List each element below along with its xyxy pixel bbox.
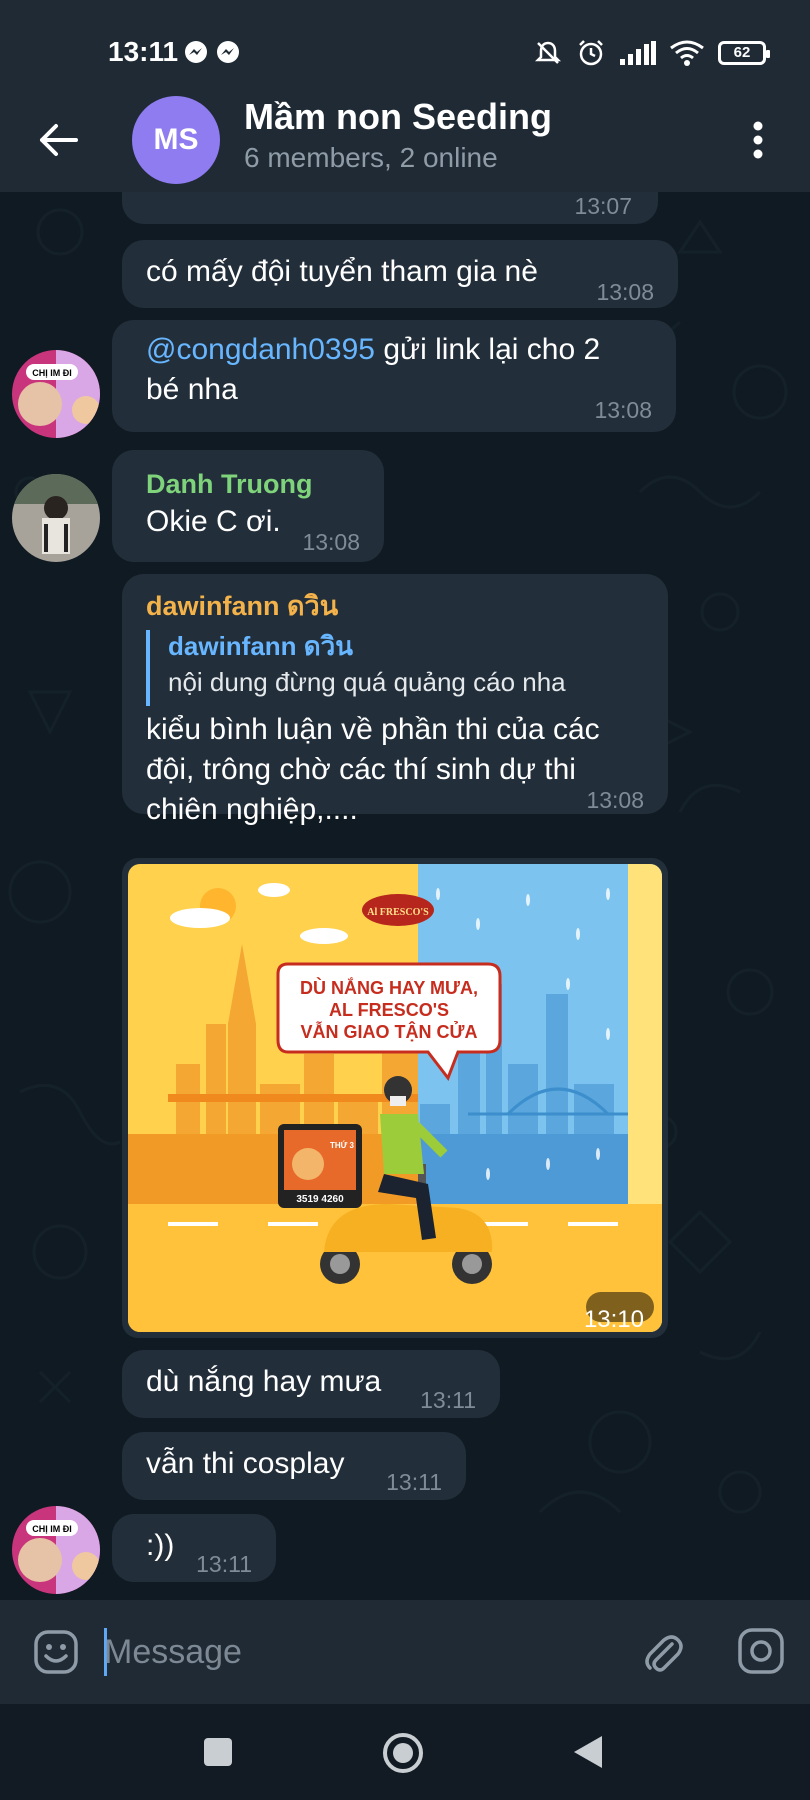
message-input[interactable]	[104, 1624, 604, 1680]
more-vert-icon[interactable]	[746, 116, 770, 164]
reply-quote[interactable]: dawinfann ดวิน nội dung đừng quá quảng c…	[146, 630, 646, 706]
message-text: Okie C ơi.	[146, 505, 281, 538]
message-text-line: bé nha	[146, 373, 238, 406]
avatar[interactable]: CHỊ IM ĐI	[12, 350, 100, 438]
promo-headline-2: AL FRESCO'S	[329, 1000, 449, 1020]
group-avatar[interactable]: MS	[132, 96, 220, 184]
avatar-sticker-text: CHỊ IM ĐI	[32, 368, 72, 378]
messenger-icon	[217, 41, 239, 63]
message-time: 13:11	[420, 1387, 476, 1413]
avatar[interactable]	[12, 474, 100, 562]
promo-headline-1: DÙ NẮNG HAY MƯA,	[300, 977, 478, 998]
camera-icon[interactable]	[736, 1626, 786, 1676]
avatar-sticker-text: CHỊ IM ĐI	[32, 1524, 72, 1534]
message-text-line: chiên nghiệp,....	[146, 793, 358, 826]
box-phone: 3519 4260	[296, 1194, 344, 1205]
message-text: @congdanh0395 gửi link lại cho 2	[146, 330, 600, 370]
message-bubble[interactable]: vẫn thi cosplay 13:11	[122, 1432, 466, 1500]
message-time: 13:08	[596, 279, 654, 305]
avatar[interactable]: CHỊ IM ĐI	[12, 1506, 100, 1594]
wifi-icon	[670, 40, 704, 66]
message-bubble[interactable]: có mấy đội tuyển tham gia nè 13:08	[122, 240, 678, 308]
brand-logo: Al FRESCO'S	[367, 907, 429, 918]
avatar-image	[12, 474, 100, 562]
attach-icon[interactable]	[638, 1628, 686, 1676]
signal-icon	[620, 41, 656, 65]
chat-title[interactable]: Mầm non Seeding	[244, 96, 552, 138]
battery-icon: 62	[718, 41, 770, 65]
promo-headline-3: VẪN GIAO TẬN CỬA	[301, 1021, 478, 1042]
message-bubble[interactable]: 13:07	[122, 192, 658, 224]
message-text: :))	[146, 1529, 175, 1562]
message-time: 13:10	[583, 1306, 644, 1333]
message-text: dù nắng hay mưa	[146, 1365, 382, 1398]
avatar-image: CHỊ IM ĐI	[12, 350, 100, 438]
promo-image[interactable]: Al FRESCO'S DÙ NẮNG HAY MƯA, AL FRESCO'S…	[128, 864, 662, 1332]
message-time: 13:08	[586, 787, 644, 813]
avatar-image: CHỊ IM ĐI	[12, 1506, 100, 1594]
status-bar: 13:11 62	[0, 0, 810, 96]
message-time: 13:11	[196, 1551, 252, 1577]
chat-subtitle: 6 members, 2 online	[244, 142, 498, 173]
message-bubble[interactable]: dawinfann ดวิน dawinfann ดวิน nội dung đ…	[122, 574, 668, 826]
sender-name[interactable]: dawinfann ดวิน	[146, 586, 338, 626]
emoji-icon[interactable]	[32, 1628, 80, 1676]
mute-bell-icon	[534, 41, 562, 64]
message-list[interactable]: 13:07 có mấy đội tuyển tham gia nè 13:08…	[0, 192, 810, 1600]
notification-icons	[184, 40, 240, 64]
message-composer	[0, 1600, 810, 1704]
message-time: 13:08	[594, 397, 652, 423]
messenger-icon	[185, 41, 207, 63]
message-text-line: gửi link lại cho 2	[374, 333, 601, 366]
chat-header: MS Mầm non Seeding 6 members, 2 online	[0, 96, 810, 192]
alarm-icon	[579, 40, 603, 66]
sender-name[interactable]: Danh Truong	[146, 464, 312, 504]
back-arrow-icon[interactable]	[36, 118, 80, 162]
message-text-line: kiểu bình luận về phần thi của các	[146, 713, 600, 746]
message-bubble[interactable]: dù nắng hay mưa 13:11	[122, 1350, 500, 1418]
system-navigation-bar	[0, 1704, 810, 1800]
message-bubble[interactable]: :)) 13:11	[112, 1514, 276, 1582]
nav-recents-icon[interactable]	[202, 1736, 234, 1768]
message-bubble[interactable]: Danh Truong Okie C ơi. 13:08	[112, 450, 384, 562]
message-text: vẫn thi cosplay	[146, 1447, 345, 1480]
message-time: 13:11	[386, 1469, 442, 1495]
message-time: 13:08	[302, 529, 360, 555]
nav-home-icon[interactable]	[382, 1732, 424, 1774]
reply-sender: dawinfann ดวิน	[168, 631, 354, 661]
status-time: 13:11	[108, 36, 179, 67]
message-text-line: đội, trông chờ các thí sinh dự thi	[146, 753, 576, 786]
image-message[interactable]: Al FRESCO'S DÙ NẮNG HAY MƯA, AL FRESCO'S…	[122, 858, 668, 1338]
box-label: THỨ 3	[330, 1141, 355, 1150]
message-text: có mấy đội tuyển tham gia nè	[146, 255, 538, 288]
nav-back-icon[interactable]	[572, 1734, 604, 1770]
mention-link[interactable]: @congdanh0395	[146, 333, 375, 366]
message-time: 13:07	[574, 193, 632, 219]
system-icons: 62	[534, 38, 770, 68]
message-bubble[interactable]: @congdanh0395 gửi link lại cho 2 bé nha …	[112, 320, 676, 432]
reply-text: nội dung đừng quá quảng cáo nha	[168, 667, 566, 697]
